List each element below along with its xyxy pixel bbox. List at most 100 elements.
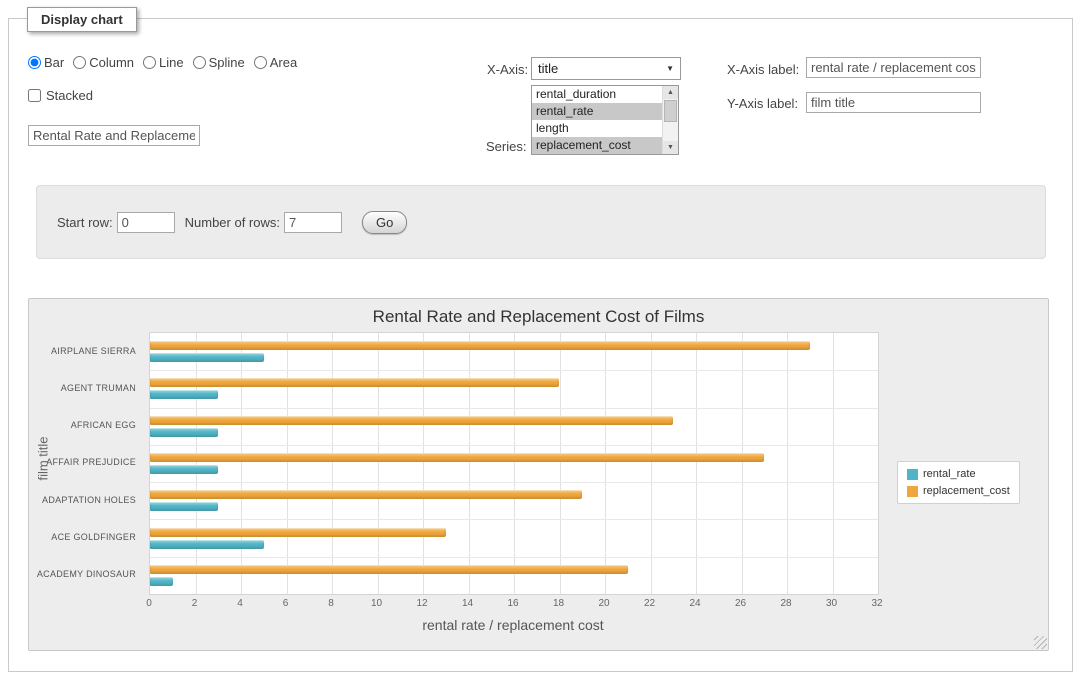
bar-replacement_cost — [150, 528, 446, 537]
series-option-rental_rate[interactable]: rental_rate — [532, 103, 663, 120]
plot-area — [149, 332, 879, 595]
x-tick-labels: 02468101214161820222426283032 — [149, 598, 877, 610]
radio-option-line[interactable]: Line — [143, 55, 184, 70]
fieldset-legend: Display chart — [27, 7, 137, 32]
gridline-vertical — [742, 333, 743, 594]
gridline-vertical — [651, 333, 652, 594]
gridline-vertical — [423, 333, 424, 594]
legend-item-rental_rate[interactable]: rental_rate — [907, 468, 1010, 480]
bar-rental_rate — [150, 502, 218, 511]
legend-label: replacement_cost — [923, 485, 1010, 497]
series-listbox[interactable]: rental_durationrental_ratelengthreplacem… — [531, 85, 679, 155]
bar-replacement_cost — [150, 453, 764, 462]
radio-option-area[interactable]: Area — [254, 55, 297, 70]
bar-rental_rate — [150, 540, 264, 549]
series-option-rental_duration[interactable]: rental_duration — [532, 86, 663, 103]
gridline-vertical — [196, 333, 197, 594]
chart-title-input[interactable] — [28, 125, 200, 146]
gridline-horizontal — [150, 445, 878, 446]
number-of-rows-input[interactable] — [284, 212, 342, 233]
x-axis-select[interactable]: title ▼ — [531, 57, 681, 80]
rows-control-panel: Start row: Number of rows: Go — [36, 185, 1046, 259]
radio-option-bar[interactable]: Bar — [28, 55, 64, 70]
series-option-length[interactable]: length — [532, 120, 663, 137]
x-tick-label: 24 — [689, 598, 700, 609]
bar-replacement_cost — [150, 490, 582, 499]
bar-replacement_cost — [150, 416, 673, 425]
category-label: AFRICAN EGG — [29, 407, 143, 444]
bar-rental_rate — [150, 577, 173, 586]
radio-area[interactable] — [254, 56, 267, 69]
series-listbox-items: rental_durationrental_ratelengthreplacem… — [532, 86, 663, 154]
radio-column[interactable] — [73, 56, 86, 69]
category-label: AIRPLANE SIERRA — [29, 332, 143, 369]
radio-option-column[interactable]: Column — [73, 55, 134, 70]
x-tick-label: 10 — [371, 598, 382, 609]
gridline-vertical — [605, 333, 606, 594]
chart-type-radios: Bar Column Line Spline Area — [28, 55, 306, 70]
x-tick-label: 2 — [192, 598, 198, 609]
gridline-horizontal — [150, 557, 878, 558]
legend-swatch-icon — [907, 469, 918, 480]
number-of-rows-caption: Number of rows: — [185, 215, 280, 230]
x-tick-label: 28 — [780, 598, 791, 609]
gridline-vertical — [560, 333, 561, 594]
radio-spline[interactable] — [193, 56, 206, 69]
radio-line[interactable] — [143, 56, 156, 69]
radio-bar[interactable] — [28, 56, 41, 69]
radio-label-spline: Spline — [209, 55, 245, 70]
radio-label-bar: Bar — [44, 55, 64, 70]
x-tick-label: 16 — [507, 598, 518, 609]
category-label: ACADEMY DINOSAUR — [29, 556, 143, 593]
legend-item-replacement_cost[interactable]: replacement_cost — [907, 485, 1010, 497]
radio-label-area: Area — [270, 55, 297, 70]
y-axis-label-input[interactable] — [806, 92, 981, 113]
gridline-vertical — [833, 333, 834, 594]
bar-replacement_cost — [150, 378, 559, 387]
radio-option-spline[interactable]: Spline — [193, 55, 245, 70]
x-tick-label: 6 — [283, 598, 289, 609]
legend-swatch-icon — [907, 486, 918, 497]
scrollbar-thumb[interactable] — [664, 100, 677, 122]
chart-title: Rental Rate and Replacement Cost of Film… — [29, 307, 1048, 327]
x-tick-label: 18 — [553, 598, 564, 609]
gridline-vertical — [787, 333, 788, 594]
scrollbar-down-arrow-icon[interactable]: ▼ — [663, 141, 678, 154]
gridline-vertical — [241, 333, 242, 594]
go-button[interactable]: Go — [362, 211, 407, 234]
chart-panel: Rental Rate and Replacement Cost of Film… — [28, 298, 1049, 651]
category-label: ACE GOLDFINGER — [29, 518, 143, 555]
start-row-input[interactable] — [117, 212, 175, 233]
series-listbox-scrollbar[interactable]: ▲ ▼ — [662, 86, 678, 154]
radio-label-column: Column — [89, 55, 134, 70]
x-axis-title: rental rate / replacement cost — [149, 617, 877, 633]
x-tick-label: 0 — [146, 598, 152, 609]
x-tick-label: 32 — [871, 598, 882, 609]
x-tick-label: 8 — [328, 598, 334, 609]
scrollbar-up-arrow-icon[interactable]: ▲ — [663, 86, 678, 99]
x-axis-label-input[interactable] — [806, 57, 981, 78]
series-caption: Series: — [486, 139, 526, 154]
start-row-caption: Start row: — [57, 215, 113, 230]
select-dropdown-arrow-icon: ▼ — [666, 64, 674, 73]
y-category-labels: AIRPLANE SIERRAAGENT TRUMANAFRICAN EGGAF… — [29, 332, 143, 593]
resize-grip-icon[interactable] — [1034, 636, 1047, 649]
category-label: AFFAIR PREJUDICE — [29, 444, 143, 481]
bar-rental_rate — [150, 465, 218, 474]
x-tick-label: 26 — [735, 598, 746, 609]
bar-rental_rate — [150, 353, 264, 362]
x-tick-label: 22 — [644, 598, 655, 609]
category-label: ADAPTATION HOLES — [29, 481, 143, 518]
gridline-horizontal — [150, 519, 878, 520]
x-tick-label: 30 — [826, 598, 837, 609]
x-tick-label: 20 — [598, 598, 609, 609]
bar-rental_rate — [150, 390, 218, 399]
bar-replacement_cost — [150, 341, 810, 350]
gridline-horizontal — [150, 482, 878, 483]
stacked-checkbox-row[interactable]: Stacked — [28, 88, 93, 103]
gridline-vertical — [514, 333, 515, 594]
category-label: AGENT TRUMAN — [29, 369, 143, 406]
series-option-replacement_cost[interactable]: replacement_cost — [532, 137, 663, 154]
stacked-checkbox[interactable] — [28, 89, 41, 102]
gridline-vertical — [332, 333, 333, 594]
